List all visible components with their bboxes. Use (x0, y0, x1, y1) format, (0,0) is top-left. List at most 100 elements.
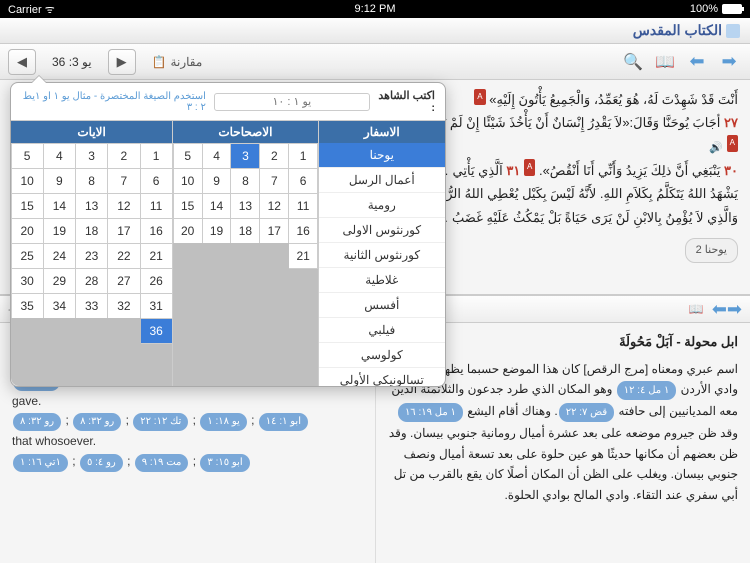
verse-cell[interactable]: 10 (11, 168, 44, 194)
chapter-cell[interactable]: 12 (259, 193, 289, 219)
verse-cell[interactable]: 9 (43, 168, 76, 194)
chapter-cell[interactable]: 4 (202, 143, 232, 169)
verse-cell[interactable]: 3 (75, 143, 108, 169)
verse-cell[interactable]: 5 (11, 143, 44, 169)
verse-cell[interactable]: 8 (75, 168, 108, 194)
note-badge[interactable]: A (727, 135, 738, 151)
verse-cell[interactable]: 23 (75, 243, 108, 269)
chapter-cell[interactable]: 18 (230, 218, 260, 244)
verse-cell[interactable]: 26 (140, 268, 173, 294)
book-icon[interactable]: 📖 (652, 49, 678, 75)
ref-chip[interactable]: ابو ١٥: ٣ (200, 454, 249, 472)
verse-cell[interactable]: 20 (11, 218, 44, 244)
ref-chip[interactable]: تك ١٢: ٢٢ (133, 413, 188, 431)
chapter-cell[interactable]: 5 (173, 143, 203, 169)
verse-cell[interactable]: 24 (43, 243, 76, 269)
book-item[interactable]: فيلبي (319, 318, 445, 343)
compare-button[interactable]: 📋 مقارنة (142, 52, 213, 72)
verse-cell[interactable]: 11 (140, 193, 173, 219)
book-item[interactable]: أعمال الرسل (319, 168, 445, 193)
title-bar: الكتاب المقدس (0, 18, 750, 44)
book-item[interactable]: كورنثوس الثانية (319, 243, 445, 268)
book-item[interactable]: تسالونيكي الأولى (319, 368, 445, 386)
reference-display[interactable]: يو 3: 36 (42, 52, 102, 72)
verse-cell[interactable]: 28 (75, 268, 108, 294)
verse-cell[interactable]: 32 (107, 293, 140, 319)
note-badge[interactable]: A (524, 159, 535, 175)
chapter-cell[interactable]: 6 (288, 168, 318, 194)
chapter-cell[interactable]: 20 (173, 218, 203, 244)
verse-cell[interactable]: 4 (43, 143, 76, 169)
verse-cell[interactable]: 6 (140, 168, 173, 194)
verse-cell[interactable]: 19 (43, 218, 76, 244)
nav-back-button[interactable]: ◀ (8, 49, 36, 75)
chapter-tag[interactable]: يوحنا 2 (685, 238, 738, 264)
verse-number: ٣١ (506, 163, 520, 178)
book-item[interactable]: أفسس (319, 293, 445, 318)
verse-cell[interactable]: 14 (43, 193, 76, 219)
verse-cell[interactable]: 27 (107, 268, 140, 294)
verse-cell[interactable]: 15 (11, 193, 44, 219)
ref-chip[interactable]: ١تي ١٦: ١ (13, 454, 68, 472)
chapter-cell[interactable]: 9 (202, 168, 232, 194)
prev-arrow-icon[interactable]: ⬅ (684, 49, 710, 75)
verse-cell[interactable]: 30 (11, 268, 44, 294)
verse-cell[interactable]: 18 (75, 218, 108, 244)
chapter-cell[interactable]: 8 (230, 168, 260, 194)
verse-cell[interactable]: 29 (43, 268, 76, 294)
verse-cell[interactable]: 13 (75, 193, 108, 219)
verse-cell[interactable]: 17 (107, 218, 140, 244)
chapter-cell[interactable]: 19 (202, 218, 232, 244)
chapter-cell[interactable]: 14 (202, 193, 232, 219)
verse-cell[interactable]: 35 (11, 293, 44, 319)
verse-cell[interactable]: 36 (140, 318, 173, 344)
verse-cell[interactable]: 34 (43, 293, 76, 319)
ref-chip[interactable]: رو ٣٢: ٨ (73, 413, 121, 431)
verse-cell[interactable]: 25 (11, 243, 44, 269)
chapter-cell[interactable]: 7 (259, 168, 289, 194)
book-item[interactable]: غلاطية (319, 268, 445, 293)
dict-next-icon[interactable]: ➡ (727, 299, 742, 320)
ref-chip[interactable]: مت ١٩: ٩ (135, 454, 189, 472)
ref-chip[interactable]: رو ٤: ٥ (80, 454, 123, 472)
dict-prev-icon[interactable]: ⬅ (712, 299, 727, 320)
ref-chip[interactable]: ابو ١: ١٤ (259, 413, 308, 431)
verse-number: ٢٧ (724, 115, 738, 130)
chapter-cell[interactable]: 17 (259, 218, 289, 244)
ref-chip[interactable]: يو ١٨: ١ (200, 413, 246, 431)
column-header: الاصحاحات (173, 121, 317, 143)
chapter-cell[interactable]: 13 (230, 193, 260, 219)
nav-forward-button[interactable]: ▶ (108, 49, 136, 75)
chapter-cell[interactable]: 3 (230, 143, 260, 169)
search-icon[interactable]: 🔍 (620, 49, 646, 75)
chapter-cell[interactable]: 15 (173, 193, 203, 219)
book-item[interactable]: يوحنا (319, 143, 445, 168)
ref-chip[interactable]: رو ٣٢: ٨ (13, 413, 61, 431)
book-item[interactable]: كولوسي (319, 343, 445, 368)
next-arrow-icon[interactable]: ➡ (716, 49, 742, 75)
verse-cell[interactable]: 1 (140, 143, 173, 169)
reference-input[interactable] (214, 93, 370, 111)
verse-cell[interactable]: 16 (140, 218, 173, 244)
chapter-cell[interactable]: 10 (173, 168, 203, 194)
chapter-cell[interactable]: 1 (288, 143, 318, 169)
chapter-cell[interactable]: 2 (259, 143, 289, 169)
ref-chip[interactable]: قض ٧: ٢٢ (559, 403, 615, 422)
audio-icon[interactable]: 🔊 (709, 142, 723, 154)
note-badge[interactable]: A (474, 89, 485, 105)
ref-chip[interactable]: ١ مل ١٩: ١٦ (398, 403, 463, 422)
verse-cell[interactable]: 33 (75, 293, 108, 319)
book-icon[interactable]: 📖 (689, 302, 704, 316)
verse-cell[interactable]: 2 (107, 143, 140, 169)
verse-cell[interactable]: 7 (107, 168, 140, 194)
verse-cell[interactable]: 12 (107, 193, 140, 219)
chapter-cell[interactable]: 11 (288, 193, 318, 219)
book-item[interactable]: كورنثوس الاولى (319, 218, 445, 243)
ref-chip[interactable]: ١ مل ٤: ١٢ (617, 381, 677, 400)
verse-cell[interactable]: 22 (107, 243, 140, 269)
chapter-cell[interactable]: 21 (288, 243, 318, 269)
book-item[interactable]: رومية (319, 193, 445, 218)
verse-cell[interactable]: 31 (140, 293, 173, 319)
verse-cell[interactable]: 21 (140, 243, 173, 269)
chapter-cell[interactable]: 16 (288, 218, 318, 244)
